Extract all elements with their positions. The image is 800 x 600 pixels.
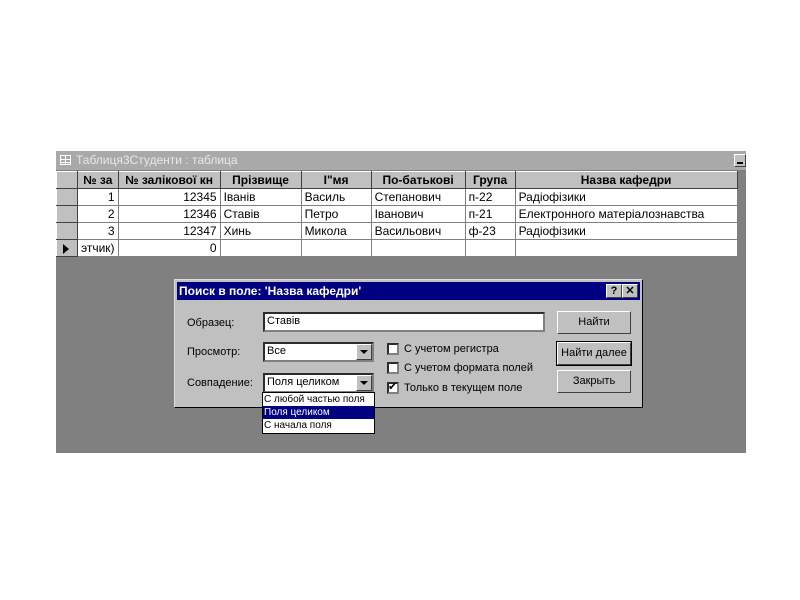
table-cell[interactable]: Микола (300, 222, 372, 240)
table-cell[interactable]: ф-23 (464, 222, 516, 240)
minimize-button[interactable] (734, 154, 746, 167)
table-cell[interactable]: 12345 (117, 188, 221, 206)
current-field-checkbox[interactable] (387, 380, 399, 394)
row-selector[interactable] (56, 239, 78, 257)
table-row: 3 12347 Хинь Микола Васильович ф-23 Раді… (56, 222, 738, 240)
table-cell[interactable]: Радіофізики (514, 188, 738, 206)
column-header[interactable]: Назва кафедри (514, 171, 738, 189)
table-cell[interactable]: 0 (117, 239, 221, 257)
help-button[interactable]: ? (606, 284, 622, 298)
view-select-value: Все (267, 345, 286, 357)
format-checkbox[interactable] (387, 362, 399, 374)
column-header[interactable]: І"мя (300, 171, 372, 189)
column-header[interactable]: По-батькові (370, 171, 466, 189)
table-cell[interactable]: 12346 (117, 205, 221, 223)
match-dropdown-list: С любой частью поля Поля целиком С начал… (262, 392, 375, 434)
column-header[interactable]: Прізвище (219, 171, 302, 189)
table-cell[interactable] (219, 239, 302, 257)
table-cell[interactable]: Ставів (219, 205, 302, 223)
match-label: Совпадение: (187, 377, 253, 389)
dropdown-option[interactable]: С любой частью поля (263, 393, 374, 406)
column-header[interactable]: № за (77, 171, 119, 189)
chevron-down-icon[interactable] (356, 344, 372, 360)
dialog-title: Поиск в поле: 'Назва кафедри' (179, 284, 362, 298)
sample-input[interactable]: Ставів (263, 312, 545, 332)
table-cell[interactable]: 2 (77, 205, 119, 223)
table-cell[interactable]: Іванів (219, 188, 302, 206)
find-button[interactable]: Найти (557, 311, 631, 334)
case-label[interactable]: С учетом регистра (404, 343, 499, 355)
table-cell[interactable]: п-22 (464, 188, 516, 206)
find-next-button[interactable]: Найти далее (556, 341, 632, 366)
case-checkbox[interactable] (387, 343, 399, 355)
current-record-arrow-icon (63, 243, 69, 254)
table-cell[interactable] (370, 239, 466, 257)
window-title: Таблиця3Студенти : таблица (76, 153, 238, 167)
window-title-bar[interactable]: Таблиця3Студенти : таблица (56, 151, 746, 170)
row-selector[interactable] (56, 205, 78, 223)
sample-label: Образец: (187, 317, 235, 329)
row-selector[interactable] (56, 222, 78, 240)
table-cell[interactable] (514, 239, 738, 257)
column-header[interactable]: № залікової кн (117, 171, 221, 189)
table-cell[interactable]: Радіофізики (514, 222, 738, 240)
match-select-value: Поля целиком (267, 376, 340, 388)
table-cell[interactable]: Василь (300, 188, 372, 206)
table-cell[interactable]: Степанович (370, 188, 466, 206)
table-cell[interactable]: Іванович (370, 205, 466, 223)
row-selector[interactable] (56, 188, 78, 206)
table-cell[interactable] (464, 239, 516, 257)
close-button[interactable]: Закрыть (557, 370, 631, 393)
match-select[interactable]: Поля целиком (263, 373, 374, 393)
table-row: 1 12345 Іванів Василь Степанович п-22 Ра… (56, 188, 738, 206)
view-label: Просмотр: (187, 346, 241, 358)
header-row: № за № залікової кн Прізвище І"мя По-бат… (56, 171, 738, 189)
dropdown-option[interactable]: Поля целиком (263, 406, 374, 419)
close-icon[interactable]: ✕ (622, 284, 638, 298)
table-cell[interactable]: Хинь (219, 222, 302, 240)
find-dialog: Поиск в поле: 'Назва кафедри' ? ✕ Образе… (174, 279, 643, 408)
new-record-row: этчик) 0 (56, 239, 738, 257)
view-select[interactable]: Все (263, 342, 374, 362)
table-cell[interactable]: этчик) (77, 239, 119, 257)
chevron-down-icon[interactable] (356, 375, 372, 391)
table-cell[interactable]: Петро (300, 205, 372, 223)
current-field-label[interactable]: Только в текущем поле (404, 382, 522, 394)
table-row: 2 12346 Ставів Петро Іванович п-21 Елект… (56, 205, 738, 223)
dropdown-option[interactable]: С начала поля (263, 419, 374, 432)
table-cell[interactable]: Васильович (370, 222, 466, 240)
table-cell[interactable]: 3 (77, 222, 119, 240)
table-cell[interactable]: 12347 (117, 222, 221, 240)
select-all-corner[interactable] (56, 171, 78, 189)
table-cell[interactable]: 1 (77, 188, 119, 206)
column-header[interactable]: Група (464, 171, 516, 189)
dialog-title-bar[interactable]: Поиск в поле: 'Назва кафедри' ? ✕ (177, 282, 640, 300)
table-icon (60, 155, 71, 165)
format-label[interactable]: С учетом формата полей (404, 362, 533, 374)
datasheet-table: № за № залікової кн Прізвище І"мя По-бат… (56, 171, 738, 257)
table-cell[interactable]: Електронного матеріалознавства (514, 205, 738, 223)
table-cell[interactable] (300, 239, 372, 257)
table-cell[interactable]: п-21 (464, 205, 516, 223)
